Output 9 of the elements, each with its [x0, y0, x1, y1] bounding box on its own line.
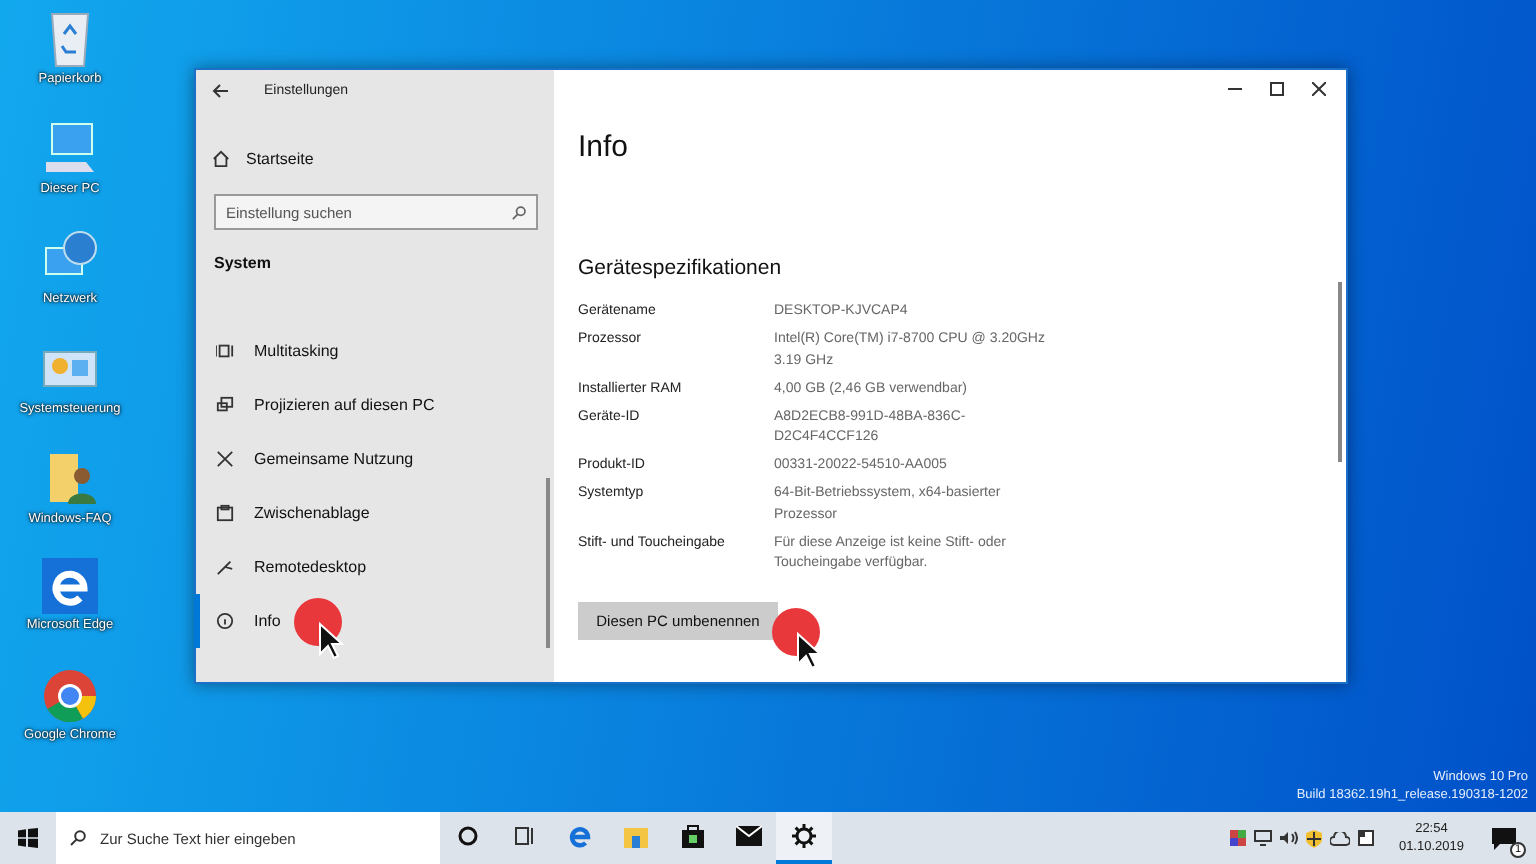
page-title: Info [578, 130, 631, 164]
sidebar-item[interactable]: Remotedesktop [194, 540, 554, 594]
sidebar-item[interactable]: Projizieren auf diesen PC [194, 378, 554, 432]
sidebar-item[interactable]: Zwischenablage [194, 486, 554, 540]
section-heading: Gerätespezifikationen [578, 256, 784, 280]
sidebar-item[interactable]: Multitasking [194, 324, 554, 378]
section-heading: System [214, 254, 273, 272]
home-link[interactable]: Startseite [246, 149, 314, 167]
sidebar-item[interactable]: Gemeinsame Nutzung [194, 432, 554, 486]
